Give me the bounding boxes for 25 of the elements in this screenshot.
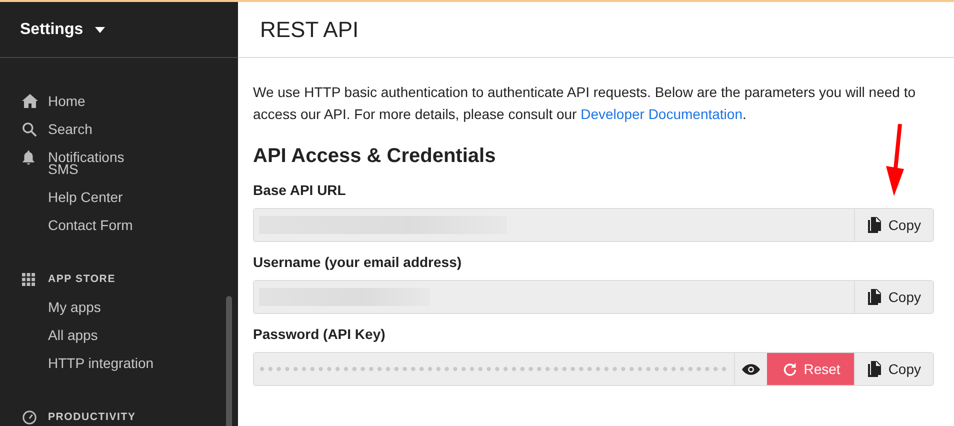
- intro-paragraph: We use HTTP basic authentication to authenticate API requests. Below are the parameters you will need to access our API. For more details, please consult our Developer Documentation.: [253, 83, 917, 124]
- home-icon: [22, 94, 38, 108]
- sidebar-item[interactable]: Contact Form: [48, 217, 133, 233]
- gauge-icon: [22, 410, 37, 424]
- sidebar-item[interactable]: HTTP integration: [48, 355, 154, 371]
- field-label: Username (your email address): [253, 254, 463, 270]
- grid-icon: [22, 272, 35, 286]
- field-label: Password (API Key): [253, 326, 386, 342]
- sidebar-item[interactable]: My apps: [48, 299, 101, 315]
- section-heading: API Access & Credentials: [253, 145, 497, 168]
- section-heading: PRODUCTIVITY: [48, 411, 136, 423]
- sidebar-item[interactable]: All apps: [48, 327, 98, 343]
- sidebar-title[interactable]: Settings: [20, 20, 84, 38]
- annotation-arrow: [885, 124, 905, 196]
- bell-icon: [22, 150, 35, 164]
- sidebar-item[interactable]: Home: [48, 93, 86, 109]
- section-heading: APP STORE: [48, 273, 116, 285]
- scrollbar[interactable]: [226, 296, 232, 426]
- sidebar-item[interactable]: Search: [48, 121, 92, 137]
- caret-icon[interactable]: [95, 26, 106, 32]
- page-title: REST API: [260, 16, 359, 42]
- field-label: Base API URL: [253, 182, 347, 198]
- search-icon: [22, 122, 37, 136]
- documentation-link[interactable]: Developer Documentation: [580, 106, 742, 122]
- sidebar-item[interactable]: Help Center: [48, 189, 123, 205]
